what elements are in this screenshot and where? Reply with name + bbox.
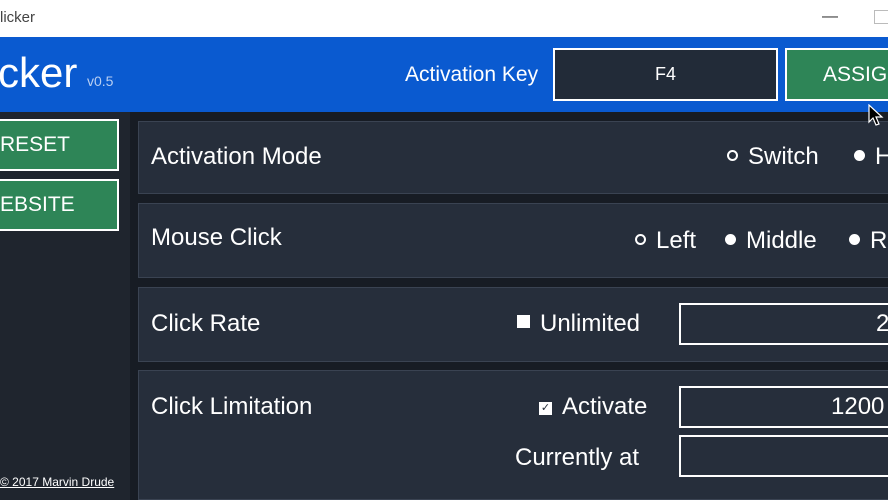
currently-at-label: Currently at	[515, 444, 640, 471]
maximize-button[interactable]	[874, 10, 888, 24]
activation-mode-panel: Activation Mode Switch H	[138, 121, 888, 194]
radio-icon	[725, 234, 736, 245]
activate-label: Activate	[562, 393, 648, 420]
click-limitation-title: Click Limitation	[151, 393, 313, 420]
mouse-cursor-icon	[868, 104, 884, 126]
unlimited-label: Unlimited	[540, 310, 641, 337]
header-bar: cker v0.5 Activation Key F4 ASSIG	[0, 37, 888, 112]
middle-radio-label: Middle	[746, 227, 817, 254]
checkbox-icon	[517, 315, 530, 328]
website-button[interactable]: EBSITE	[0, 179, 119, 231]
reset-button[interactable]: RESET	[0, 119, 119, 171]
click-rate-panel: Click Rate Unlimited 2	[138, 287, 888, 362]
radio-icon	[854, 150, 865, 161]
app-name: cker	[0, 49, 78, 96]
assign-button[interactable]: ASSIG	[785, 48, 888, 101]
click-limitation-panel: Click Limitation ✓ Activate 1200 Currentl…	[138, 370, 888, 500]
mouse-click-title: Mouse Click	[151, 224, 282, 251]
window-title: licker	[0, 9, 36, 26]
activate-checkbox[interactable]: ✓ Activate	[539, 393, 647, 421]
activation-mode-title: Activation Mode	[151, 143, 322, 170]
left-radio[interactable]: Left	[635, 227, 696, 255]
switch-radio[interactable]: Switch	[727, 143, 819, 171]
current-count-field	[679, 435, 888, 477]
middle-radio[interactable]: Middle	[725, 227, 817, 255]
click-rate-title: Click Rate	[151, 310, 261, 337]
minimize-button[interactable]: —	[820, 3, 840, 31]
click-rate-input[interactable]: 2	[679, 303, 888, 345]
right-radio-label: R	[870, 227, 888, 254]
radio-icon	[727, 150, 738, 161]
main-content: Activation Mode Switch H Mouse Click Lef…	[130, 112, 888, 500]
mouse-click-panel: Mouse Click Left Middle R	[138, 203, 888, 278]
click-limit-input[interactable]: 1200	[679, 386, 888, 428]
title-bar: licker —	[0, 0, 888, 37]
sidebar: RESET EBSITE © 2017 Marvin Drude	[0, 112, 130, 500]
right-radio[interactable]: R	[849, 227, 887, 255]
activation-key-label: Activation Key	[405, 63, 539, 86]
hold-radio-label: H	[875, 143, 888, 170]
activation-key-field[interactable]: F4	[553, 48, 778, 101]
checkmark-icon: ✓	[539, 402, 552, 415]
copyright-link[interactable]: © 2017 Marvin Drude	[0, 475, 114, 489]
switch-radio-label: Switch	[748, 143, 819, 170]
app-version: v0.5	[87, 73, 114, 89]
left-radio-label: Left	[656, 227, 697, 254]
radio-icon	[849, 234, 860, 245]
unlimited-checkbox[interactable]: Unlimited	[517, 310, 640, 338]
hold-radio[interactable]: H	[854, 143, 888, 171]
radio-icon	[635, 234, 646, 245]
